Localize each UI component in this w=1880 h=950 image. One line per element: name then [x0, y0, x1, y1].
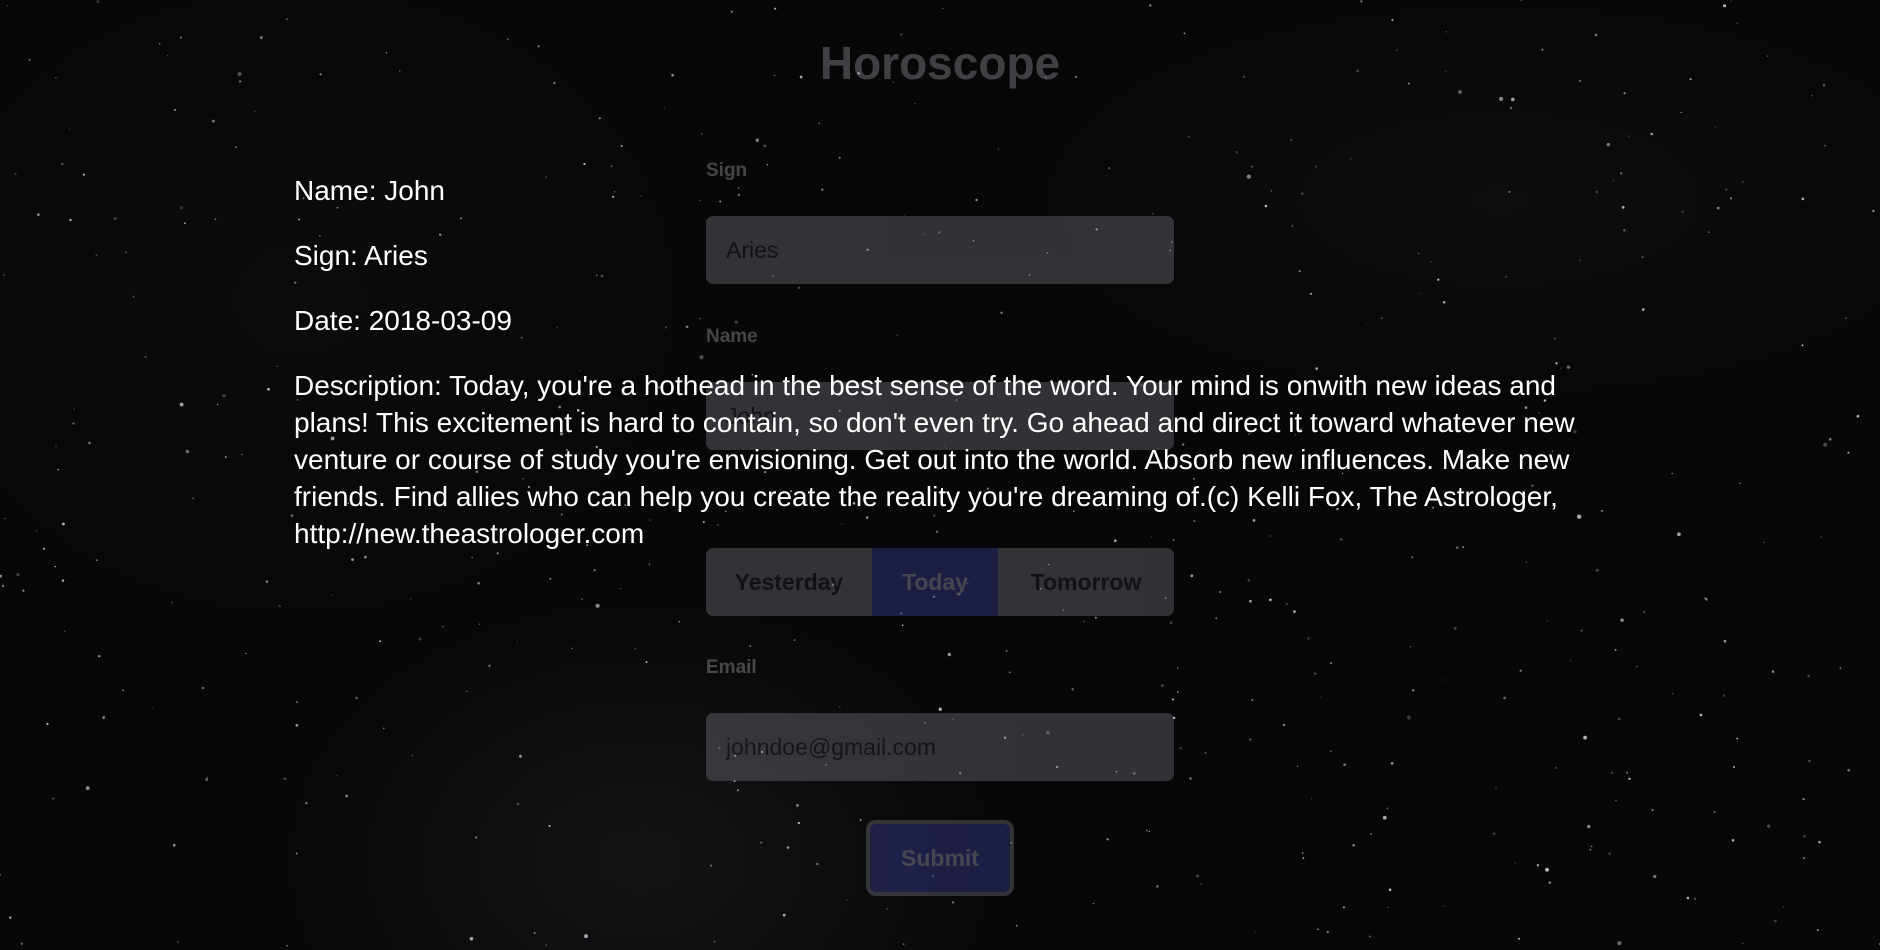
day-selector: Yesterday Today Tomorrow — [706, 548, 1174, 616]
page-title: Horoscope — [819, 37, 1061, 89]
yesterday-button[interactable]: Yesterday — [706, 548, 872, 616]
email-field[interactable]: johndoe@gmail.com — [706, 713, 1174, 781]
result-date: Date: 2018-03-09 — [294, 305, 512, 336]
today-button[interactable]: Today — [872, 548, 998, 616]
email-label: Email — [706, 657, 757, 678]
submit-button[interactable]: Submit — [866, 820, 1014, 896]
tomorrow-button[interactable]: Tomorrow — [998, 548, 1174, 616]
result-description: Description: Today, you're a hothead in … — [294, 370, 1575, 549]
horoscope-result: Name: John Sign: Aries Date: 2018-03-09 … — [294, 172, 1604, 552]
result-sign: Sign: Aries — [294, 240, 428, 271]
result-name: Name: John — [294, 175, 445, 206]
